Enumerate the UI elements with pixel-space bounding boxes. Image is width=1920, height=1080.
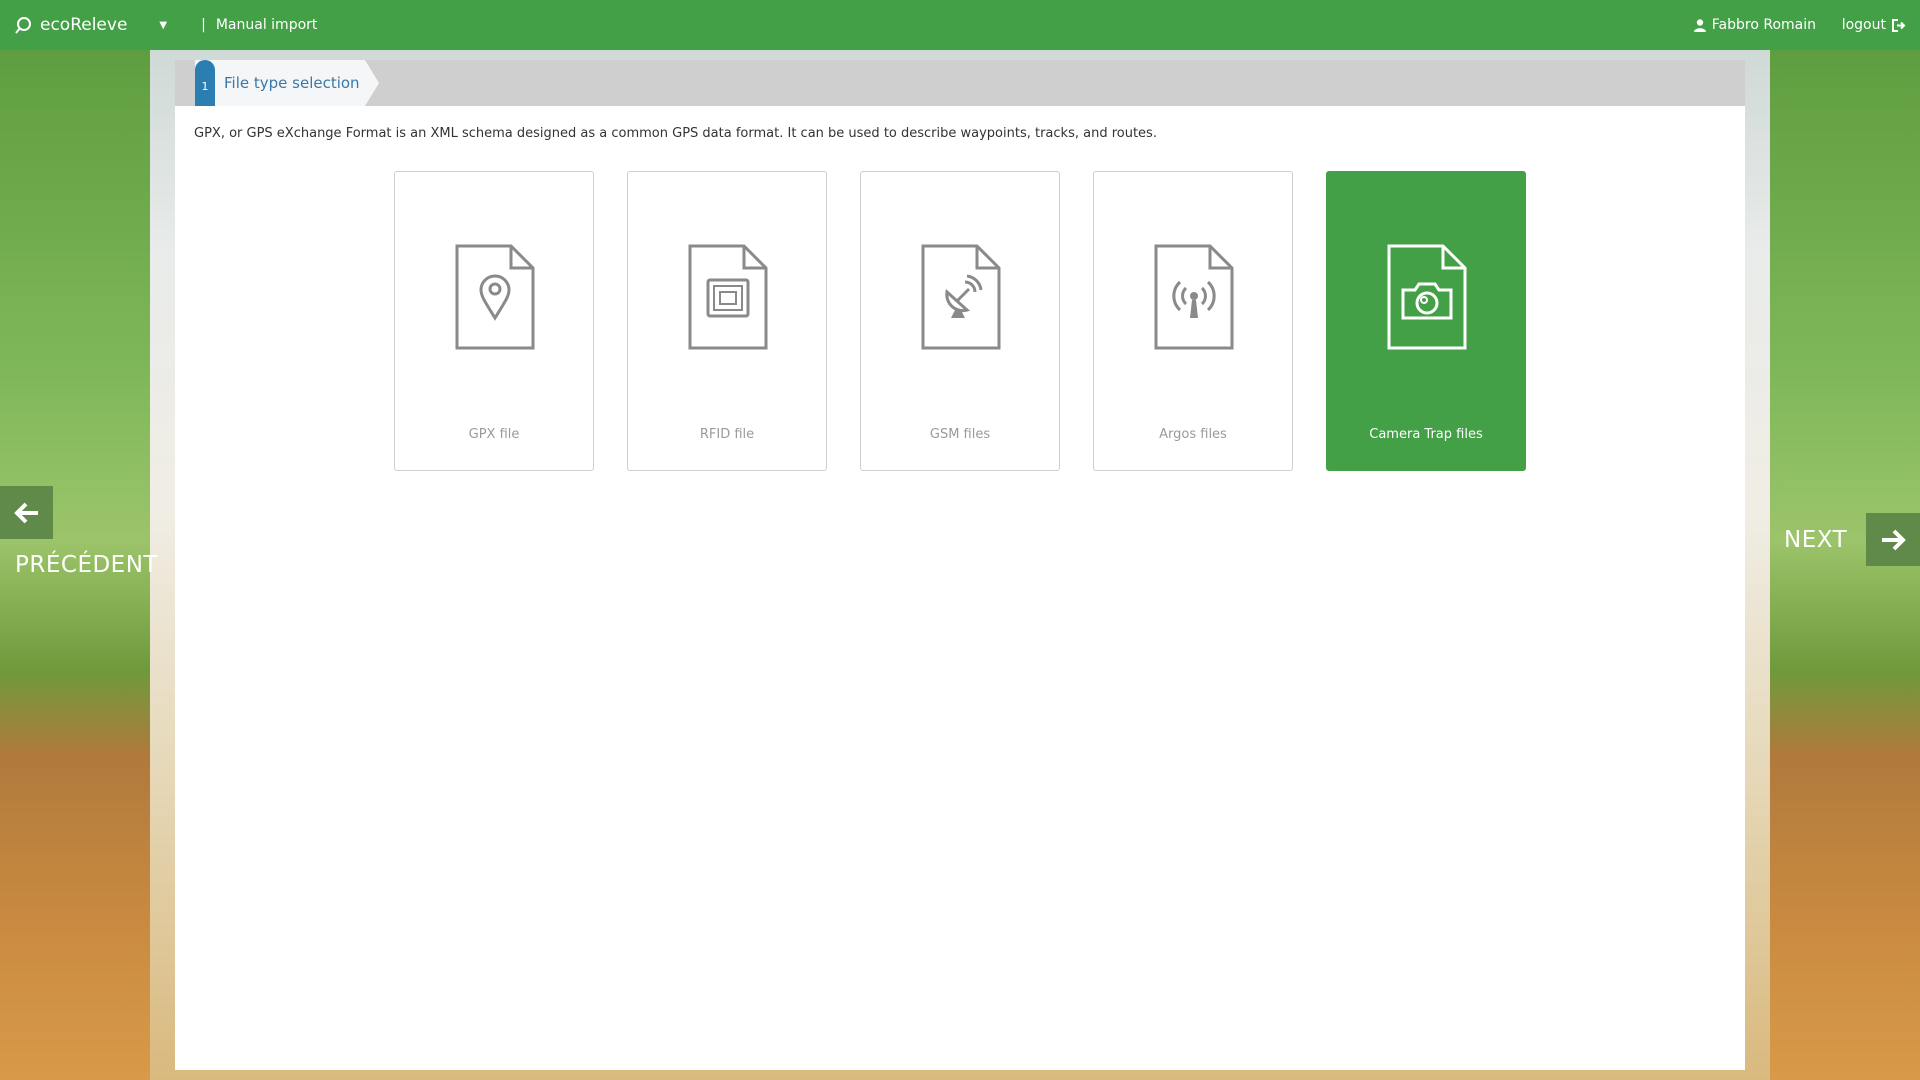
breadcrumb: | Manual import	[201, 17, 317, 33]
user-name: Fabbro Romain	[1711, 17, 1816, 33]
file-type-card-gsm[interactable]: GSM files	[860, 171, 1060, 471]
breadcrumb-current[interactable]: Manual import	[216, 17, 318, 33]
gsm-file-icon	[921, 244, 1001, 350]
rfid-file-icon	[688, 244, 768, 350]
file-type-description: GPX, or GPS eXchange Format is an XML sc…	[194, 126, 1157, 141]
logout-label: logout	[1841, 17, 1886, 33]
arrow-right-icon	[1882, 529, 1906, 550]
next-button[interactable]	[1866, 513, 1920, 566]
file-type-label: GSM files	[929, 427, 991, 442]
breadcrumb-divider: |	[201, 17, 206, 33]
user-icon	[1693, 18, 1706, 32]
file-type-card-rfid[interactable]: RFID file	[627, 171, 827, 471]
file-type-label: GPX file	[468, 427, 520, 442]
file-type-card-gpx[interactable]: GPX file	[394, 171, 594, 471]
file-type-cards: GPX file RFID file GSM files Argos files…	[394, 171, 1526, 471]
step-number: 1	[195, 60, 215, 106]
gpx-file-icon	[455, 244, 535, 350]
logout-icon	[1892, 18, 1906, 32]
stepper-bar: 1 File type selection	[175, 60, 1745, 106]
step-file-type-selection[interactable]: 1 File type selection	[195, 60, 379, 106]
file-type-label: Camera Trap files	[1369, 427, 1483, 442]
file-type-card-camera-trap[interactable]: Camera Trap files	[1326, 171, 1526, 471]
arrow-left-icon	[13, 502, 38, 523]
chevron-down-icon[interactable]: ▼	[159, 20, 167, 31]
top-navbar: ecoReleve ▼ | Manual import Fabbro Romai…	[0, 0, 1920, 50]
argos-file-icon	[1154, 244, 1234, 350]
previous-button[interactable]	[0, 486, 53, 539]
camera-trap-file-icon	[1387, 244, 1467, 350]
file-type-label: Argos files	[1159, 427, 1227, 442]
user-menu[interactable]: Fabbro Romain	[1693, 0, 1816, 50]
app-name: ecoReleve	[40, 15, 128, 35]
leaf-logo-icon	[15, 17, 31, 34]
previous-label[interactable]: PRÉCÉDENT	[15, 552, 158, 578]
logout-button[interactable]: logout	[1842, 0, 1906, 50]
step-label: File type selection	[224, 74, 360, 92]
brand-menu[interactable]: ecoReleve ▼	[14, 15, 167, 35]
import-wizard-panel: 1 File type selection GPX, or GPS eXchan…	[175, 60, 1745, 1070]
next-label[interactable]: NEXT	[1784, 527, 1847, 553]
file-type-label: RFID file	[699, 427, 755, 442]
file-type-card-argos[interactable]: Argos files	[1093, 171, 1293, 471]
